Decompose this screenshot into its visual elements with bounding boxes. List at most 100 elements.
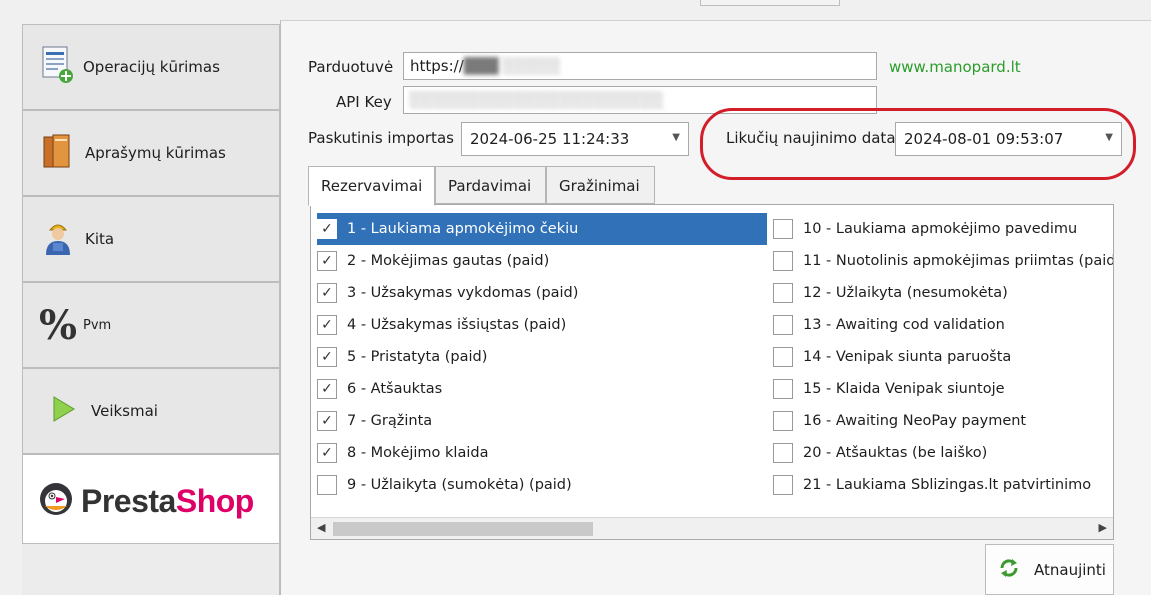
status-label: 21 - Laukiama Sblizingas.lt patvirtinimo [803, 477, 1092, 493]
dropdown-arrow-icon: ▼ [1105, 132, 1113, 143]
status-item[interactable]: 15 - Klaida Venipak siuntoje [773, 373, 1113, 405]
status-item[interactable]: ✓ 2 - Mokėjimas gautas (paid) [317, 245, 767, 277]
left-panel-filler [22, 544, 280, 595]
status-checkbox[interactable] [773, 315, 793, 335]
tab-returns[interactable]: Gražinimai [546, 166, 655, 204]
books-icon [41, 131, 75, 175]
status-item[interactable]: 13 - Awaiting cod validation [773, 309, 1113, 341]
scrollbar-thumb[interactable] [333, 522, 593, 536]
status-item[interactable]: ✓ 8 - Mokėjimo klaida [317, 437, 767, 469]
api-key-label: API Key [336, 93, 392, 111]
status-checkbox[interactable] [773, 443, 793, 463]
status-label: 8 - Mokėjimo klaida [347, 445, 489, 461]
nav-other-label: Kita [85, 230, 115, 248]
status-label: 15 - Klaida Venipak siuntoje [803, 381, 1005, 397]
stock-update-select[interactable]: 2024-08-01 09:53:07 ▼ [895, 122, 1122, 156]
api-key-redacted: ░░░░░░░░░░░░░░░░░░░░░░ [410, 91, 664, 109]
checkmark-icon: ✓ [321, 445, 333, 461]
status-item[interactable]: 20 - Atšauktas (be laiško) [773, 437, 1113, 469]
status-checkbox[interactable]: ✓ [317, 219, 337, 239]
status-checkbox[interactable]: ✓ [317, 411, 337, 431]
checkmark-icon: ✓ [321, 413, 333, 429]
tab-reservations[interactable]: Rezervavimai [308, 166, 435, 206]
status-label: 5 - Pristatyta (paid) [347, 349, 488, 365]
status-checkbox[interactable]: ✓ [317, 283, 337, 303]
status-checkbox[interactable]: ✓ [317, 379, 337, 399]
status-label: 14 - Venipak siunta paruošta [803, 349, 1012, 365]
nav-actions-label: Veiksmai [91, 402, 158, 420]
tab-sales[interactable]: Pardavimai [435, 166, 546, 204]
status-checkbox[interactable]: ✓ [317, 251, 337, 271]
status-checkbox[interactable] [773, 411, 793, 431]
checkmark-icon: ✓ [321, 285, 333, 301]
prestashop-wordmark: PrestaShop [81, 483, 254, 520]
status-column-left: ✓ 1 - Laukiama apmokėjimo čekiu ✓ 2 - Mokėj… [317, 213, 767, 501]
store-url-input[interactable]: https://███ ░░░░░ [403, 52, 877, 80]
status-item[interactable]: ✓ 7 - Grąžinta [317, 405, 767, 437]
stock-update-value: 2024-08-01 09:53:07 [904, 130, 1064, 148]
status-item[interactable]: ✓ 1 - Laukiama apmokėjimo čekiu [317, 213, 767, 245]
status-checkbox[interactable] [773, 379, 793, 399]
prestashop-panel: PrestaShop [22, 454, 280, 544]
status-item[interactable]: 12 - Užlaikyta (nesumokėta) [773, 277, 1113, 309]
status-checkbox[interactable] [317, 475, 337, 495]
status-item[interactable]: 16 - Awaiting NeoPay payment [773, 405, 1113, 437]
status-checkbox[interactable] [773, 475, 793, 495]
store-url-value: https:// [410, 57, 464, 75]
status-label: 1 - Laukiama apmokėjimo čekiu [347, 221, 579, 237]
last-import-select[interactable]: 2024-06-25 11:24:33 ▼ [461, 122, 689, 156]
horizontal-scrollbar[interactable]: ◀ ▶ [311, 517, 1113, 539]
play-icon [51, 394, 77, 428]
status-checkbox[interactable] [773, 251, 793, 271]
status-label: 16 - Awaiting NeoPay payment [803, 413, 1027, 429]
status-checklist[interactable]: ✓ 1 - Laukiama apmokėjimo čekiu ✓ 2 - Mokėj… [310, 204, 1114, 540]
status-label: 2 - Mokėjimas gautas (paid) [347, 253, 550, 269]
top-edge [700, 0, 840, 6]
nav-descriptions-button[interactable]: Aprašymų kūrimas [22, 110, 280, 196]
status-item[interactable]: 11 - Nuotolinis apmokėjimas priimtas (pa… [773, 245, 1113, 277]
status-checkbox[interactable]: ✓ [317, 347, 337, 367]
nav-operations-button[interactable]: Operacijų kūrimas [22, 24, 280, 110]
status-label: 10 - Laukiama apmokėjimo pavedimu [803, 221, 1078, 237]
status-item[interactable]: ✓ 6 - Atšauktas [317, 373, 767, 405]
checkmark-icon: ✓ [321, 253, 333, 269]
puffin-icon [39, 482, 73, 520]
refresh-icon [998, 557, 1020, 583]
status-checkbox[interactable]: ✓ [317, 315, 337, 335]
refresh-button[interactable]: Atnaujinti [985, 544, 1114, 595]
status-label: 13 - Awaiting cod validation [803, 317, 1005, 333]
status-item[interactable]: ✓ 3 - Užsakymas vykdomas (paid) [317, 277, 767, 309]
checkmark-icon: ✓ [321, 349, 333, 365]
status-label: 6 - Atšauktas [347, 381, 443, 397]
last-import-label: Paskutinis importas [308, 129, 454, 147]
percent-icon: % [39, 301, 78, 349]
status-checkbox[interactable] [773, 219, 793, 239]
store-link[interactable]: www.manopard.lt [889, 58, 1021, 76]
status-checkbox[interactable] [773, 347, 793, 367]
status-item[interactable]: ✓ 5 - Pristatyta (paid) [317, 341, 767, 373]
status-item[interactable]: 14 - Venipak siunta paruošta [773, 341, 1113, 373]
status-item[interactable]: 10 - Laukiama apmokėjimo pavedimu [773, 213, 1113, 245]
nav-actions-button[interactable]: Veiksmai [22, 368, 280, 454]
status-item[interactable]: 9 - Užlaikyta (sumokėta) (paid) [317, 469, 767, 501]
store-url-redacted: ███ ░░░░░ [463, 57, 561, 75]
logo-part-shop: Shop [175, 482, 254, 519]
checkmark-icon: ✓ [321, 221, 333, 237]
status-checkbox[interactable]: ✓ [317, 443, 337, 463]
status-label: 7 - Grąžinta [347, 413, 433, 429]
status-item[interactable]: 21 - Laukiama Sblizingas.lt patvirtinimo [773, 469, 1113, 501]
scroll-right-icon[interactable]: ▶ [1099, 521, 1107, 534]
logo-part-presta: Presta [81, 482, 176, 519]
worker-icon [41, 217, 75, 261]
dropdown-arrow-icon: ▼ [672, 132, 680, 143]
store-label: Parduotuvė [308, 58, 394, 76]
refresh-label: Atnaujinti [1034, 560, 1106, 579]
nav-vat-label: Pvm [83, 317, 112, 333]
nav-other-button[interactable]: Kita [22, 196, 280, 282]
status-checkbox[interactable] [773, 283, 793, 303]
nav-vat-button[interactable]: % Pvm [22, 282, 280, 368]
status-label: 12 - Užlaikyta (nesumokėta) [803, 285, 1008, 301]
scroll-left-icon[interactable]: ◀ [317, 521, 325, 534]
status-label: 9 - Užlaikyta (sumokėta) (paid) [347, 477, 572, 493]
status-item[interactable]: ✓ 4 - Užsakymas išsiųstas (paid) [317, 309, 767, 341]
